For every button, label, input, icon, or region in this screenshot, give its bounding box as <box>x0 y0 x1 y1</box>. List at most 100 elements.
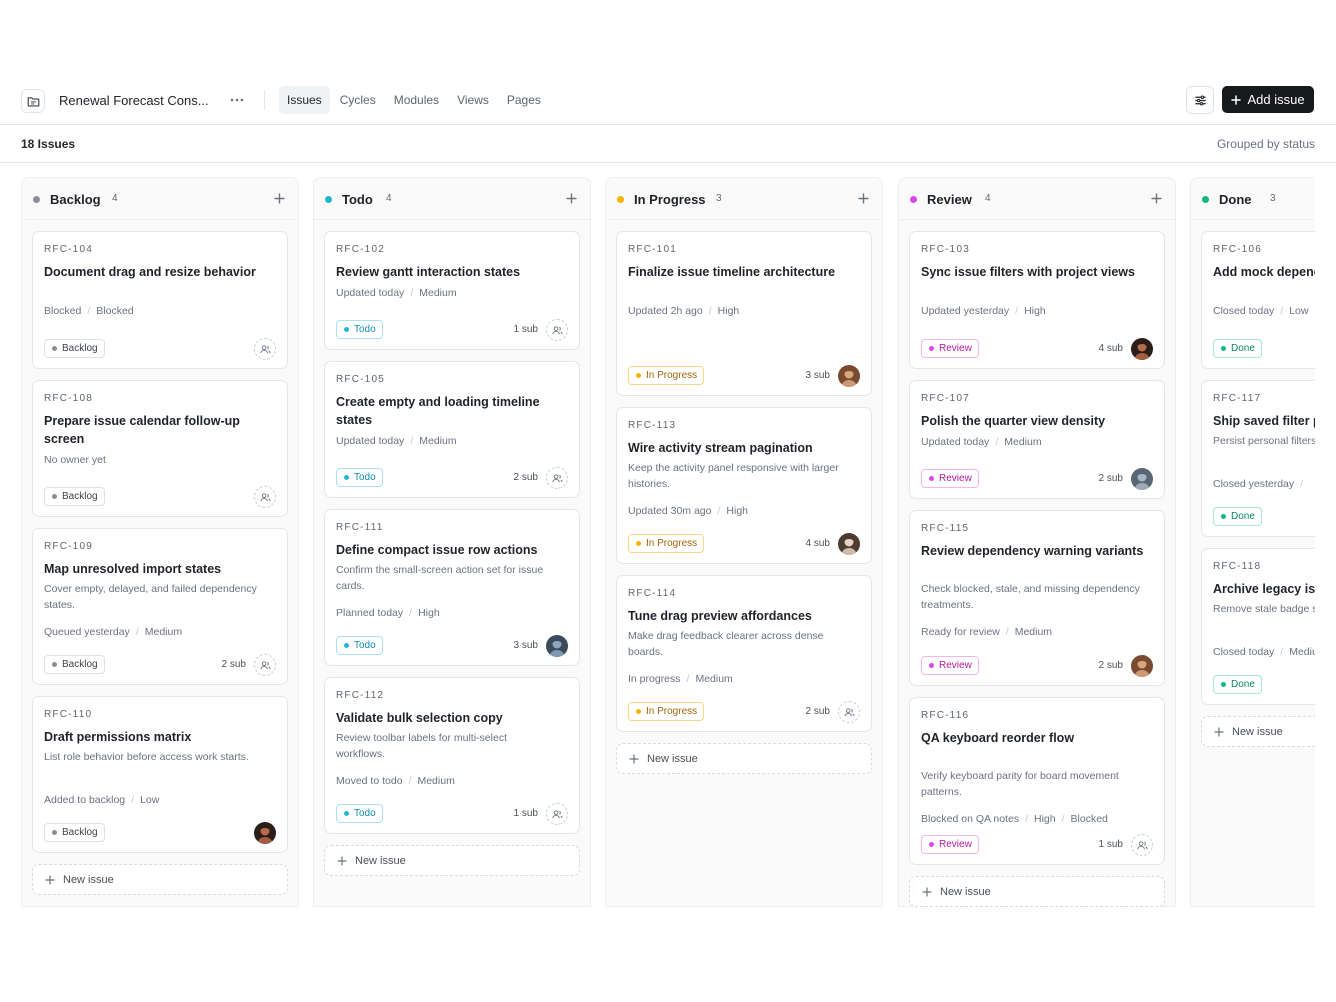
new-issue-button[interactable]: New issue <box>1201 716 1315 747</box>
plus-icon <box>45 874 55 885</box>
new-issue-button[interactable]: New issue <box>909 876 1165 907</box>
issue-title: Review gantt interaction states <box>336 265 521 279</box>
meta-item: Medium <box>419 287 457 299</box>
issue-card[interactable]: RFC-101 Finalize issue timeline architect… <box>616 231 872 396</box>
tab-issues[interactable]: Issues <box>279 86 330 114</box>
assignee-avatar[interactable] <box>1131 338 1153 360</box>
add-card-icon[interactable] <box>1148 190 1164 206</box>
issue-card[interactable]: RFC-108 Prepare issue calendar follow-up … <box>32 380 288 517</box>
project-folder-icon[interactable] <box>21 89 45 113</box>
add-card-icon[interactable] <box>271 190 287 206</box>
issue-meta: In progress / Medium <box>628 673 733 685</box>
assignee-avatar[interactable] <box>838 365 860 387</box>
issue-card[interactable]: RFC-103 Sync issue filters with project v… <box>909 231 1165 369</box>
tab-cycles[interactable]: Cycles <box>332 86 384 114</box>
tab-modules[interactable]: Modules <box>386 86 447 114</box>
issue-count: 18 Issues <box>21 137 76 151</box>
new-issue-button[interactable]: New issue <box>616 743 872 774</box>
meta-item: Medium <box>695 673 733 685</box>
status-badge[interactable]: Todo <box>336 468 383 487</box>
unassigned-user-icon[interactable] <box>546 803 568 825</box>
status-badge[interactable]: Backlog <box>44 339 105 358</box>
status-badge[interactable]: Backlog <box>44 823 105 842</box>
status-badge[interactable]: Review <box>921 656 979 675</box>
status-badge[interactable]: Todo <box>336 804 383 823</box>
unassigned-user-icon[interactable] <box>254 338 276 360</box>
issue-meta: Updated 30m ago / High <box>628 505 748 517</box>
issue-id: RFC-115 <box>921 523 970 534</box>
issue-id: RFC-113 <box>628 420 677 431</box>
issue-id: RFC-111 <box>336 522 384 533</box>
issue-card[interactable]: RFC-112 Validate bulk selection copy Revie… <box>324 677 580 834</box>
assignee-avatar[interactable] <box>1131 655 1153 677</box>
status-badge[interactable]: Review <box>921 339 979 358</box>
new-issue-label: New issue <box>63 873 114 886</box>
status-badge[interactable]: Done <box>1213 339 1262 358</box>
status-badge[interactable]: In Progress <box>628 702 705 721</box>
issue-card[interactable]: RFC-109 Map unresolved import states Cover… <box>32 528 288 685</box>
display-filters-button[interactable] <box>1186 86 1214 114</box>
issue-card[interactable]: RFC-107 Polish the quarter view density Up… <box>909 380 1165 499</box>
status-badge[interactable]: Review <box>921 469 979 488</box>
unassigned-user-icon[interactable] <box>546 319 568 341</box>
status-badge[interactable]: Backlog <box>44 487 105 506</box>
column-backlog: Backlog 4 RFC-104 Document drag and resize … <box>21 177 299 907</box>
new-issue-button[interactable]: New issue <box>324 845 580 876</box>
issue-card[interactable]: RFC-105 Create empty and loading timeline… <box>324 361 580 498</box>
status-badge[interactable]: Todo <box>336 636 383 655</box>
new-issue-label: New issue <box>940 885 991 898</box>
add-issue-button[interactable]: Add issue <box>1222 86 1314 113</box>
tab-views[interactable]: Views <box>449 86 497 114</box>
column-title: Review <box>927 192 972 207</box>
tab-pages[interactable]: Pages <box>499 86 549 114</box>
issue-description: Keep the activity panel responsive with … <box>628 462 839 490</box>
status-badge[interactable]: Backlog <box>44 655 105 674</box>
plus-icon <box>629 753 639 764</box>
issue-card[interactable]: RFC-110 Draft permissions matrix List role… <box>32 696 288 853</box>
issue-card[interactable]: RFC-113 Wire activity stream pagination Ke… <box>616 407 872 564</box>
issue-card[interactable]: RFC-114 Tune drag preview affordances Make… <box>616 575 872 732</box>
more-options-icon[interactable] <box>227 89 247 111</box>
new-issue-button[interactable]: New issue <box>32 864 288 895</box>
issue-meta: Closed today / Medium <box>1213 646 1315 658</box>
issue-meta: Closed yesterday / <box>1213 478 1309 490</box>
sub-issue-count: 3 sub <box>805 370 830 381</box>
plus-icon <box>337 855 347 866</box>
issue-title: Polish the quarter view density <box>921 414 1106 428</box>
unassigned-user-icon[interactable] <box>546 467 568 489</box>
meta-item: Low <box>140 794 160 806</box>
issue-id: RFC-107 <box>921 393 970 404</box>
status-badge[interactable]: Todo <box>336 320 383 339</box>
issue-meta: Ready for review / Medium <box>921 626 1052 638</box>
assignee-avatar[interactable] <box>546 635 568 657</box>
status-badge[interactable]: In Progress <box>628 534 705 553</box>
status-badge-dot <box>52 830 57 835</box>
add-card-icon[interactable] <box>855 190 871 206</box>
new-issue-label: New issue <box>355 854 406 867</box>
issue-card[interactable]: RFC-118 Archive legacy issue surfaces Remo… <box>1201 548 1315 705</box>
project-name[interactable]: Renewal Forecast Cons... <box>59 93 209 108</box>
status-badge[interactable]: Done <box>1213 507 1262 526</box>
issue-card[interactable]: RFC-102 Review gantt interaction states Up… <box>324 231 580 350</box>
unassigned-user-icon[interactable] <box>254 486 276 508</box>
issue-card[interactable]: RFC-111 Define compact issue row actions C… <box>324 509 580 666</box>
status-badge-dot <box>1221 682 1226 687</box>
assignee-avatar[interactable] <box>838 533 860 555</box>
issue-description: Verify keyboard parity for board movemen… <box>921 770 1119 798</box>
issue-card[interactable]: RFC-104 Document drag and resize behavior… <box>32 231 288 369</box>
issue-card[interactable]: RFC-117 Ship saved filter presets Persist … <box>1201 380 1315 537</box>
issue-card[interactable]: RFC-116 QA keyboard reorder flow Verify ke… <box>909 697 1165 865</box>
add-card-icon[interactable] <box>563 190 579 206</box>
assignee-avatar[interactable] <box>254 822 276 844</box>
meta-separator: / <box>135 626 139 638</box>
unassigned-user-icon[interactable] <box>1131 834 1153 856</box>
sub-issue-count: 1 sub <box>1098 839 1123 850</box>
unassigned-user-icon[interactable] <box>254 654 276 676</box>
assignee-avatar[interactable] <box>1131 468 1153 490</box>
unassigned-user-icon[interactable] <box>838 701 860 723</box>
issue-card[interactable]: RFC-115 Review dependency warning variant… <box>909 510 1165 686</box>
status-badge[interactable]: In Progress <box>628 366 705 385</box>
status-badge[interactable]: Review <box>921 835 979 854</box>
issue-card[interactable]: RFC-106 Add mock dependency handoff notes… <box>1201 231 1315 369</box>
status-badge[interactable]: Done <box>1213 675 1262 694</box>
